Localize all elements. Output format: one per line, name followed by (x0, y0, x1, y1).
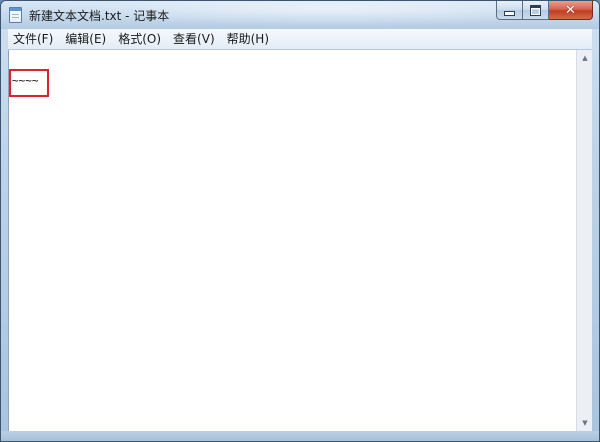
text-editor-area[interactable]: ~~~~ (8, 50, 577, 431)
vertical-scrollbar[interactable]: ▲ ▼ (576, 50, 592, 431)
title-bar[interactable]: 新建文本文档.txt - 记事本 ✕ (1, 1, 599, 29)
window-frame-bottom (1, 431, 599, 441)
notepad-app-icon[interactable] (9, 7, 22, 23)
notepad-window: 新建文本文档.txt - 记事本 ✕ 文件(F) 编辑(E) 格式(O) 查看(… (0, 0, 600, 442)
window-title: 新建文本文档.txt - 记事本 (29, 9, 170, 23)
menu-file[interactable]: 文件(F) (8, 29, 59, 49)
scroll-up-arrow-icon[interactable]: ▲ (577, 50, 593, 66)
maximize-icon (530, 4, 541, 16)
close-button[interactable]: ✕ (549, 1, 593, 20)
minimize-icon (504, 10, 515, 16)
minimize-button[interactable] (496, 1, 523, 20)
scroll-down-arrow-icon[interactable]: ▼ (577, 415, 593, 431)
red-highlight-box (9, 69, 49, 97)
maximize-button[interactable] (523, 1, 549, 20)
menu-edit[interactable]: 编辑(E) (59, 29, 112, 49)
menu-bar: 文件(F) 编辑(E) 格式(O) 查看(V) 帮助(H) (8, 29, 592, 50)
menu-help[interactable]: 帮助(H) (221, 29, 275, 49)
menu-view[interactable]: 查看(V) (167, 29, 221, 49)
caption-buttons: ✕ (496, 1, 593, 21)
close-icon: ✕ (565, 2, 576, 18)
menu-format[interactable]: 格式(O) (112, 29, 167, 49)
